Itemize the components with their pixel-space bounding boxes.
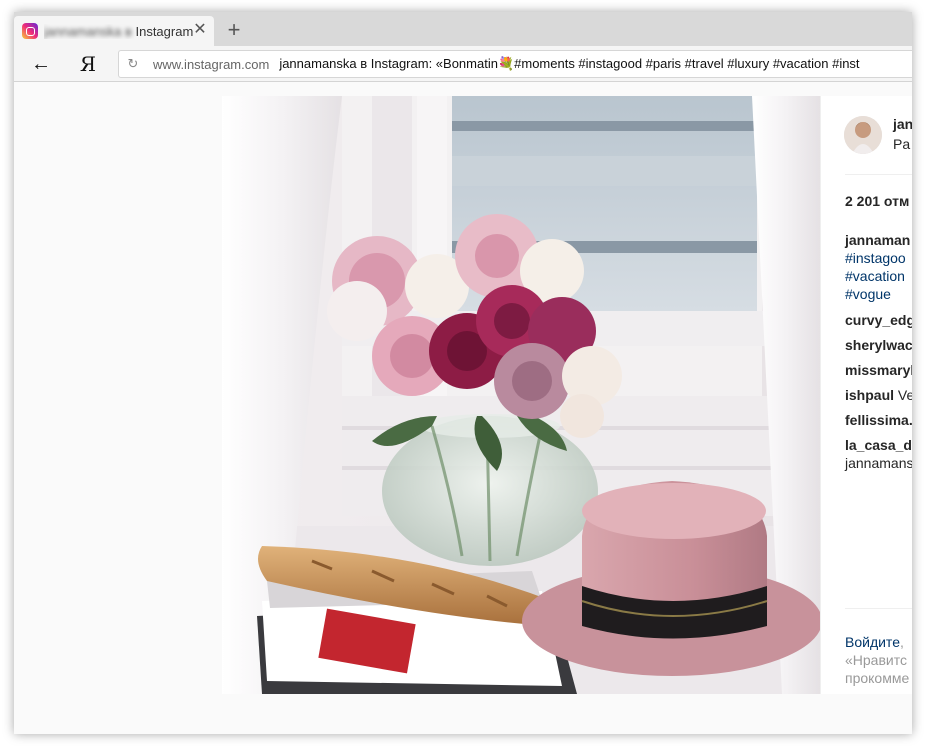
comment-username[interactable]: sherylwac: [845, 337, 912, 353]
comment-text: Ve: [897, 387, 912, 403]
login-prompt-line2: «Нравитс: [845, 652, 907, 668]
comment-reply: jannamans: [845, 454, 912, 472]
caption-username[interactable]: jannaman: [845, 231, 910, 249]
login-prompt-line3: прокомме: [845, 670, 910, 686]
page-content: jan Pa 2 201 отм jannaman #instagoo #vac…: [14, 83, 912, 734]
avatar-image: [844, 116, 882, 154]
tab-title: jannamanska в Instagram: [44, 24, 199, 39]
tab-title-blurred: jannamanska в: [44, 23, 132, 39]
login-prompt-rest: ,: [899, 634, 904, 650]
login-link[interactable]: Войдите: [845, 634, 900, 650]
caption-hashtag[interactable]: #vogue: [845, 285, 891, 303]
hashtag-link[interactable]: #vacation: [845, 268, 905, 284]
likes-count[interactable]: 2 201 отм: [845, 193, 909, 209]
comment: curvy_edg: [845, 311, 912, 329]
reply-text: jannamans: [845, 455, 912, 471]
comment-username[interactable]: fellissima.: [845, 412, 912, 428]
comment-username[interactable]: curvy_edg: [845, 312, 912, 328]
comment: ishpaul Ve: [845, 386, 912, 404]
browser-window: jannamanska в Instagram ✕ + ← Я ↻ www.in…: [14, 12, 912, 734]
author-location[interactable]: Pa: [893, 136, 910, 152]
caption-username-text[interactable]: jannaman: [845, 232, 910, 248]
flowers-photo-illustration: [222, 96, 820, 694]
hashtag-link[interactable]: #vogue: [845, 286, 891, 302]
caption-hashtag[interactable]: #vacation: [845, 267, 905, 285]
address-bar[interactable]: ↻ www.instagram.com jannamanska в Instag…: [118, 50, 912, 78]
tab-instagram[interactable]: jannamanska в Instagram ✕: [14, 16, 214, 46]
comment-username[interactable]: missmaryl: [845, 362, 912, 378]
reload-icon[interactable]: ↻: [119, 56, 147, 72]
instagram-icon: [22, 23, 38, 39]
comment: sherylwac: [845, 336, 912, 354]
url-page-title: jannamanska в Instagram: «Bonmatin💐#mome…: [279, 56, 860, 71]
comment: la_casa_d: [845, 436, 912, 454]
tab-strip: jannamanska в Instagram ✕ +: [14, 12, 912, 46]
post-photo[interactable]: [222, 96, 820, 694]
tab-title-suffix: Instagram: [131, 23, 194, 39]
yandex-icon[interactable]: Я: [76, 52, 100, 76]
back-button[interactable]: ←: [28, 52, 54, 76]
caption-hashtag[interactable]: #instagoo: [845, 249, 906, 267]
hashtag-link[interactable]: #instagoo: [845, 250, 906, 266]
close-icon[interactable]: ✕: [192, 22, 208, 38]
comment-username[interactable]: ishpaul: [845, 387, 894, 403]
avatar[interactable]: [844, 116, 882, 154]
comment-username[interactable]: la_casa_d: [845, 437, 912, 453]
post-sidebar: jan Pa 2 201 отм jannaman #instagoo #vac…: [820, 96, 912, 694]
comment: fellissima.: [845, 411, 912, 429]
divider: [845, 608, 912, 609]
divider: [845, 174, 912, 175]
author-name[interactable]: jan: [893, 116, 912, 132]
url-domain: www.instagram.com: [153, 56, 270, 72]
comment: missmaryl: [845, 361, 912, 379]
new-tab-button[interactable]: +: [222, 18, 246, 42]
toolbar: ← Я ↻ www.instagram.com jannamanska в In…: [14, 46, 912, 82]
login-prompt: Войдите,: [845, 634, 904, 650]
